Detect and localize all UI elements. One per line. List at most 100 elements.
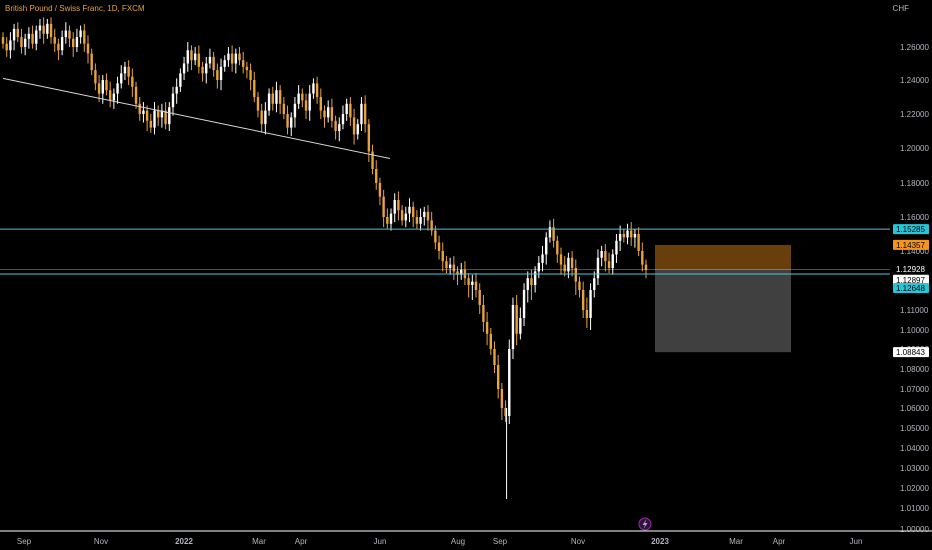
candle-body bbox=[168, 107, 171, 125]
candle-body bbox=[641, 251, 644, 265]
candle-body bbox=[545, 237, 548, 255]
candle-body bbox=[630, 230, 633, 238]
candle-body bbox=[375, 169, 378, 183]
candle-body bbox=[49, 23, 53, 38]
candle-body bbox=[593, 278, 596, 290]
candle-body bbox=[578, 281, 581, 290]
candle-body bbox=[452, 264, 456, 272]
candle-body bbox=[471, 281, 474, 285]
candle-body bbox=[182, 63, 186, 74]
candle-body bbox=[393, 200, 396, 214]
candle-body bbox=[238, 53, 241, 61]
candle-body bbox=[197, 53, 201, 67]
lightning-icon[interactable] bbox=[638, 517, 652, 531]
candle-body bbox=[485, 322, 489, 334]
candle-body bbox=[556, 240, 559, 255]
candle-body bbox=[637, 234, 640, 251]
candle-body bbox=[467, 278, 470, 285]
candle-body bbox=[415, 217, 419, 224]
candle-body bbox=[175, 86, 178, 94]
candle-body bbox=[604, 251, 607, 262]
candle-body bbox=[315, 83, 319, 97]
candle-body bbox=[363, 103, 367, 125]
candle-body bbox=[223, 60, 226, 67]
candle-body bbox=[367, 124, 371, 152]
candle-body bbox=[275, 90, 278, 104]
candle-body bbox=[404, 213, 407, 221]
candle-body bbox=[105, 80, 108, 91]
candle-body bbox=[90, 53, 93, 71]
candle-body bbox=[426, 211, 430, 221]
target-zone[interactable] bbox=[655, 244, 791, 270]
candle-body bbox=[27, 33, 31, 39]
candle-body bbox=[271, 93, 274, 104]
candle-body bbox=[585, 310, 589, 318]
time-tick-label: Mar bbox=[252, 537, 266, 546]
candle-body bbox=[489, 333, 492, 349]
candle-body bbox=[559, 254, 563, 265]
position-zones bbox=[655, 244, 791, 353]
candle-body bbox=[249, 70, 252, 80]
candle-body bbox=[537, 262, 541, 272]
candle-body bbox=[530, 278, 533, 285]
candle-body bbox=[293, 103, 297, 118]
price-tick-label: 1.02000 bbox=[900, 484, 929, 493]
candle-body bbox=[323, 110, 326, 118]
candle-body bbox=[338, 124, 341, 131]
candle-body bbox=[145, 110, 149, 121]
candle-body bbox=[205, 63, 208, 74]
candle-body bbox=[38, 25, 42, 31]
candle-body bbox=[1, 37, 5, 44]
candle-body bbox=[242, 60, 245, 67]
price-tick-label: 1.01000 bbox=[900, 504, 929, 513]
candle-body bbox=[253, 80, 256, 97]
candle-body bbox=[352, 117, 356, 135]
time-tick-label: Sep bbox=[17, 537, 32, 546]
candle-body bbox=[478, 290, 481, 305]
candle-body bbox=[448, 264, 452, 268]
candle-body bbox=[400, 210, 404, 221]
candle-body bbox=[493, 349, 496, 365]
candle-body bbox=[533, 271, 537, 285]
price-tick-label: 1.11000 bbox=[900, 306, 929, 315]
candle-body bbox=[397, 200, 400, 211]
candle-body bbox=[101, 80, 104, 94]
candle-body bbox=[212, 56, 215, 71]
candle-body bbox=[153, 110, 156, 128]
candle-body bbox=[356, 124, 359, 135]
candle-body bbox=[116, 83, 119, 94]
candle-body bbox=[64, 30, 68, 38]
price-tick-label: 1.24000 bbox=[900, 76, 929, 85]
price-chart[interactable]: 1.26000 1.24000 1.22000 1.20000 1.18000 1.160… bbox=[0, 0, 932, 550]
candle-body bbox=[445, 261, 448, 268]
candle-body bbox=[86, 43, 90, 54]
candle-body bbox=[53, 37, 56, 44]
candle-body bbox=[297, 93, 300, 104]
candle-body bbox=[157, 110, 160, 118]
candle-body bbox=[567, 257, 570, 272]
candle-body bbox=[301, 93, 304, 101]
time-tick-label: 2023 bbox=[651, 537, 669, 546]
candle-body bbox=[16, 28, 19, 38]
candle-body bbox=[349, 103, 352, 118]
candle-body bbox=[644, 264, 648, 270]
candle-body bbox=[382, 196, 385, 217]
candle-body bbox=[519, 318, 522, 334]
candle-body bbox=[500, 389, 504, 408]
candle-body bbox=[23, 38, 27, 47]
candle-body bbox=[179, 73, 182, 87]
time-tick-label: Mar bbox=[729, 537, 743, 546]
candle-body bbox=[97, 83, 101, 94]
candle-body bbox=[437, 242, 441, 251]
candle-body bbox=[131, 76, 134, 87]
candle-body bbox=[607, 261, 611, 268]
candle-body bbox=[304, 100, 308, 111]
candle-body bbox=[9, 40, 12, 51]
candle-body bbox=[190, 50, 193, 61]
candle-body bbox=[123, 66, 127, 74]
candle-body bbox=[423, 211, 426, 217]
candle-body bbox=[201, 66, 204, 74]
stop-zone[interactable] bbox=[655, 269, 791, 353]
candle-body bbox=[264, 110, 267, 125]
candle-body bbox=[138, 103, 141, 114]
